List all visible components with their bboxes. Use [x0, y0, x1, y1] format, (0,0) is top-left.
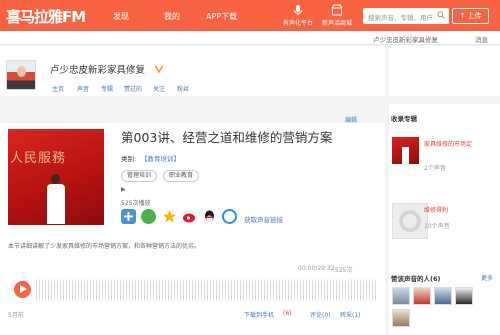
search-icon[interactable]: [437, 11, 445, 19]
weibo-icon[interactable]: [182, 209, 197, 224]
tab-sounds[interactable]: 声音: [77, 84, 89, 93]
qq-icon[interactable]: [202, 209, 217, 224]
liker-avatar[interactable]: [392, 287, 410, 305]
album-cover-1[interactable]: [392, 137, 419, 164]
album-name-2[interactable]: 维修得利: [424, 205, 448, 214]
liker-avatar[interactable]: [455, 287, 473, 305]
play-button[interactable]: [14, 281, 31, 298]
wechat-icon[interactable]: [141, 209, 156, 224]
comment-link[interactable]: 评论(0): [310, 310, 331, 319]
album-section-title: 收录专辑: [391, 115, 417, 123]
qzone-star-icon[interactable]: [162, 209, 177, 224]
upload-button[interactable]: ↑ 上传: [452, 8, 489, 24]
repost-link[interactable]: 转采(1): [340, 310, 361, 319]
liked-by-title: 赞该声音的人(6): [391, 275, 441, 283]
album-count-2: 10个声音: [424, 223, 450, 230]
tab-liked[interactable]: 赞过的: [124, 84, 142, 93]
tab-home[interactable]: 主页: [52, 84, 64, 93]
tag-vocational-education[interactable]: 职业教育: [163, 170, 200, 182]
track-date: 5月前: [8, 312, 24, 319]
album-count-1: 2个声音: [424, 165, 446, 172]
play-count: 525次播放: [121, 200, 151, 207]
nav-mine[interactable]: 我的: [164, 11, 180, 22]
upload-label: 上传: [467, 12, 482, 20]
track-title: 第003讲、经营之道和维修的营销方案: [121, 130, 333, 145]
waveform-scrubber[interactable]: [36, 277, 376, 303]
album-cover-2[interactable]: [392, 203, 428, 239]
user-subbar: 卢少忠皮新彩家具修复 消息: [0, 31, 500, 45]
album-name-1[interactable]: 家具维修的市场定: [424, 139, 494, 148]
verified-badge-icon: [155, 65, 163, 73]
upload-icon: ↑: [459, 12, 466, 20]
liked-more-link[interactable]: 更多: [481, 273, 493, 282]
tab-albums[interactable]: 专辑: [101, 84, 113, 93]
microphone-icon: [294, 5, 302, 16]
category-label: 类别:: [121, 155, 137, 163]
get-track-link[interactable]: 获取声音链接: [244, 214, 283, 224]
store-icon: [331, 4, 343, 16]
audio-player: [8, 272, 378, 306]
current-user-link[interactable]: 卢少忠皮新彩家具修复: [373, 34, 438, 44]
tab-following[interactable]: 关注: [153, 84, 165, 93]
liker-avatar[interactable]: [413, 287, 431, 305]
nav-app-download[interactable]: APP下载: [206, 11, 237, 22]
tag-management-training[interactable]: 管理培训: [121, 170, 158, 182]
store-label: 新声活商城: [321, 20, 352, 27]
cover-banner-text: 人民服務: [10, 151, 67, 166]
download-to-phone-link[interactable]: 下载到手机: [244, 310, 274, 319]
site-logo[interactable]: 喜马拉雅FM: [6, 6, 86, 27]
profile-header: 卢少忠皮新彩家具修复 主页 声音 专辑 赞过的 关注 粉丝: [0, 46, 385, 96]
playback-time: 00:00/29:32: [298, 265, 335, 272]
audio-platform-label: 有声化平台: [282, 20, 313, 27]
cover-person: [46, 174, 66, 224]
top-navigation-bar: 喜马拉雅FM 发现 我的 APP下载 有声化平台 新声活商城 搜索声音、专辑、用…: [0, 0, 500, 31]
liker-avatar[interactable]: [392, 309, 410, 327]
profile-name: 卢少忠皮新彩家具修复: [50, 65, 146, 76]
category-link[interactable]: 【教育培训】: [141, 153, 180, 163]
liker-avatar[interactable]: [434, 287, 452, 305]
search-input[interactable]: 搜索声音、专辑、用户: [363, 8, 449, 24]
pengyou-icon[interactable]: [222, 209, 237, 224]
right-top-panel: [389, 46, 500, 96]
share-add-icon[interactable]: [121, 209, 136, 224]
avatar[interactable]: [6, 60, 36, 90]
like-count[interactable]: (6): [283, 310, 292, 317]
track-cover-image[interactable]: 人民服務: [8, 129, 104, 225]
edit-link[interactable]: 编辑: [345, 115, 357, 124]
search-placeholder: 搜索声音、专辑、用户: [368, 14, 433, 22]
track-description: 本节讲细讲解了少发家具维修的市场营销方案，和各种营销方法的优劣。: [8, 243, 201, 250]
audio-platform-button[interactable]: 有声化平台: [276, 4, 320, 30]
play-count-icon: ▶: [121, 186, 126, 193]
store-button[interactable]: 新声活商城: [315, 4, 359, 30]
tab-fans[interactable]: 粉丝: [177, 84, 189, 93]
messages-link[interactable]: 消息: [475, 34, 488, 44]
nav-discover[interactable]: 发现: [113, 11, 129, 22]
